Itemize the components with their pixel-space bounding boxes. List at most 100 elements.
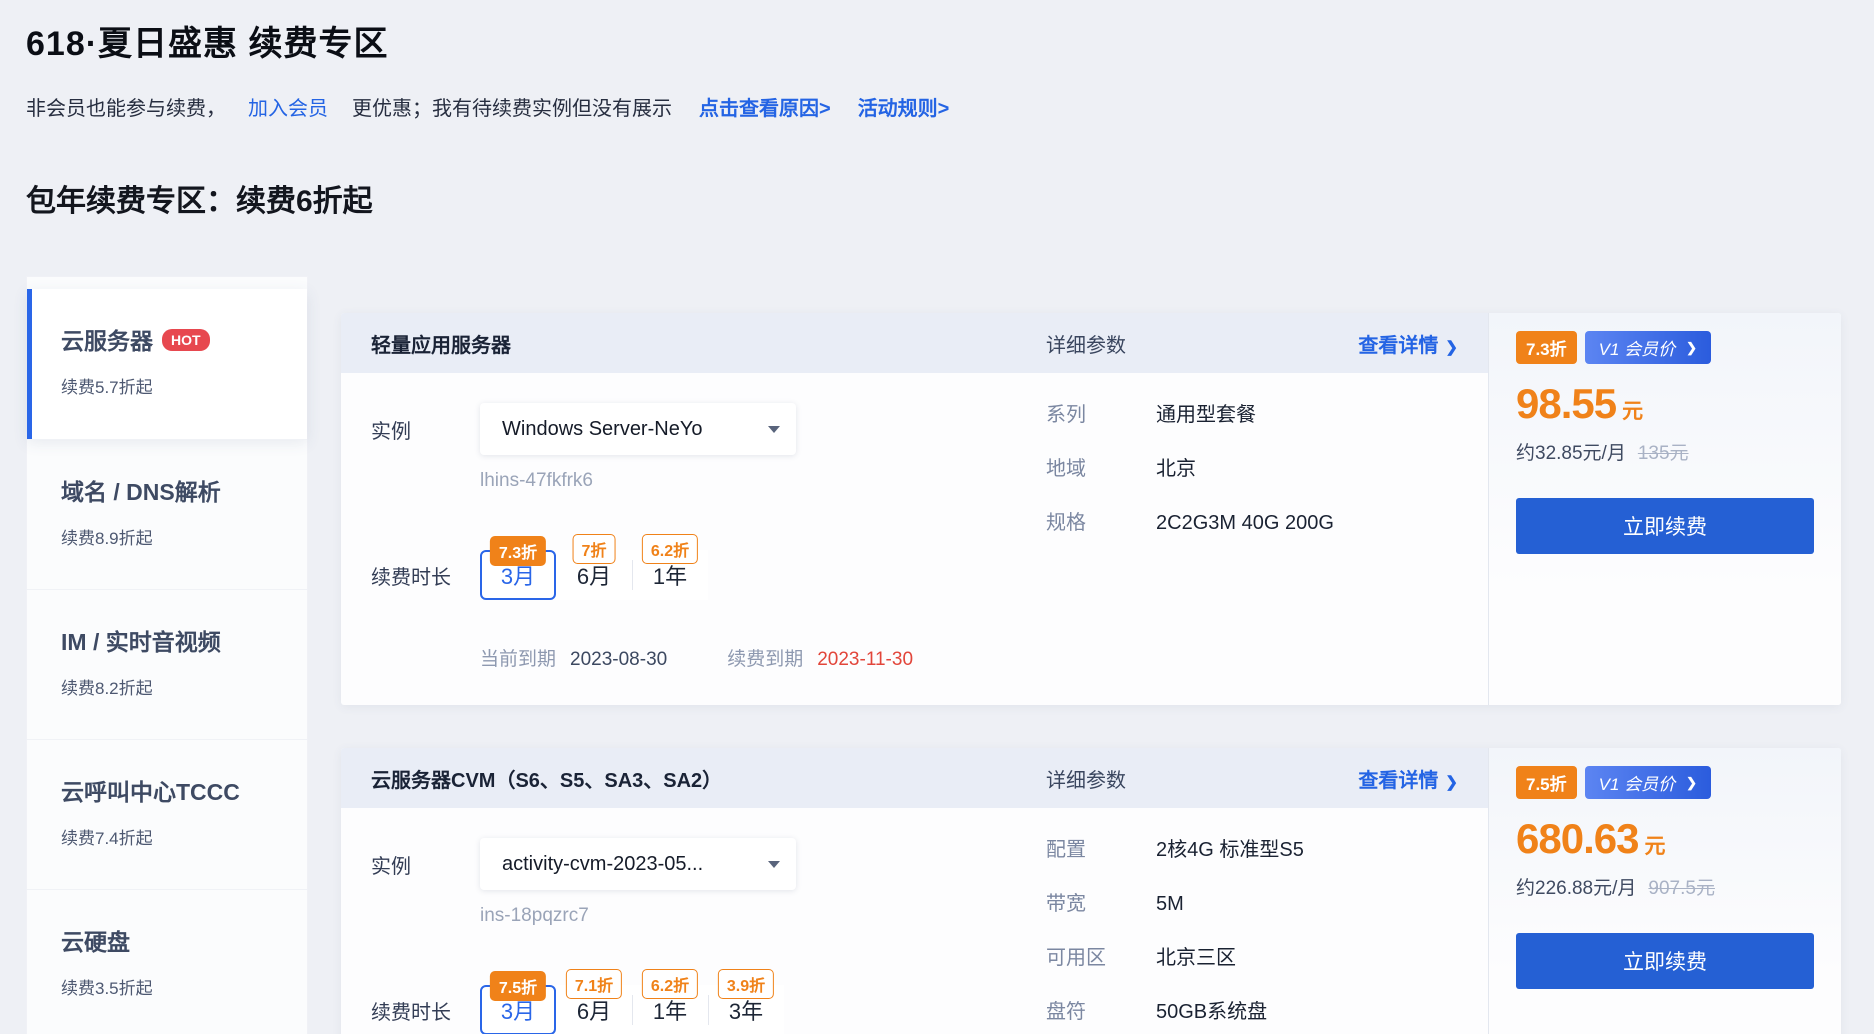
duration-discount-badge: 7.3折 (490, 536, 546, 566)
activity-rules-link[interactable]: 活动规则> (858, 98, 950, 120)
sidebar-item-discount: 续费8.2折起 (61, 674, 307, 699)
instance-id: lhins-47fkfrk6 (480, 470, 1488, 492)
spec-list: 系列 通用型套餐 地域 北京 规格 2C2G3M 40G 200G (1046, 403, 1334, 565)
spec-label: 可用区 (1046, 946, 1156, 970)
product-card: 轻量应用服务器 详细参数 查看详情❯ 实例 Windows Server-NeY… (341, 313, 1841, 705)
card-main: 轻量应用服务器 详细参数 查看详情❯ 实例 Windows Server-NeY… (341, 313, 1488, 705)
spec-value: 50GB系统盘 (1156, 1000, 1267, 1024)
duration-label: 续费时长 (371, 996, 480, 1025)
view-detail-link[interactable]: 查看详情 ❯ (1358, 764, 1458, 793)
view-reason-link[interactable]: 点击查看原因> (699, 98, 831, 120)
spec-row: 配置 2核4G 标准型S5 (1046, 838, 1304, 862)
member-price-badge[interactable]: V1 会员价❯ (1585, 766, 1711, 799)
sidebar-item[interactable]: IM / 实时音视频 续费8.2折起 (27, 589, 307, 739)
spec-value: 2核4G 标准型S5 (1156, 838, 1304, 862)
sidebar-item-discount: 续费3.5折起 (61, 974, 307, 999)
spec-row: 地域 北京 (1046, 457, 1334, 481)
duration-option[interactable]: 7.1折 6月 (556, 985, 632, 1034)
duration-option[interactable]: 7.3折 3月 (480, 550, 556, 600)
sidebar-item-discount: 续费5.7折起 (61, 373, 307, 398)
page-title: 618·夏日盛惠 续费专区 (26, 16, 1874, 65)
view-detail-label: 查看详情 (1358, 335, 1438, 357)
instance-select-value: Windows Server-NeYo (502, 418, 702, 441)
price-badge-row: 7.5折 V1 会员价❯ (1516, 766, 1814, 799)
price-currency: 元 (1622, 400, 1643, 423)
spec-label: 盘符 (1046, 1000, 1156, 1024)
subtitle-text-1: 非会员也能参与续费， (26, 98, 226, 120)
instance-select[interactable]: Windows Server-NeYo (480, 403, 796, 455)
member-price-badge[interactable]: V1 会员价❯ (1585, 331, 1711, 364)
spec-row: 规格 2C2G3M 40G 200G (1046, 511, 1334, 535)
product-card-list: 轻量应用服务器 详细参数 查看详情❯ 实例 Windows Server-NeY… (341, 276, 1841, 1034)
spec-label: 系列 (1046, 403, 1156, 427)
price-amount: 680.63 (1516, 815, 1638, 862)
chevron-right-icon: ❯ (1686, 340, 1697, 356)
price-line: 98.55元 (1516, 380, 1814, 428)
monthly-line: 约226.88元/月907.5元 (1516, 873, 1814, 900)
spec-value: 通用型套餐 (1156, 403, 1256, 427)
duration-option[interactable]: 6.2折 1年 (632, 550, 708, 600)
price-panel: 7.5折 V1 会员价❯ 680.63元 约226.88元/月907.5元 立即… (1488, 748, 1841, 1034)
instance-select-value: activity-cvm-2023-05... (502, 853, 703, 876)
duration-discount-badge: 6.2折 (642, 969, 698, 999)
card-header: 轻量应用服务器 详细参数 查看详情❯ (341, 313, 1488, 373)
spec-row: 可用区 北京三区 (1046, 946, 1304, 970)
duration-option[interactable]: 7折 6月 (556, 550, 632, 600)
join-member-link[interactable]: 加入会员 (248, 98, 328, 120)
sidebar-item-title: 域名 / DNS解析 (61, 479, 221, 505)
original-price: 135元 (1638, 443, 1689, 464)
card-header: 云服务器CVM（S6、S5、SA3、SA2） 详细参数 查看详情❯ (341, 748, 1488, 808)
spec-value: 北京 (1156, 457, 1196, 481)
category-sidebar: 云服务器HOT 续费5.7折起 域名 / DNS解析 续费8.9折起 IM / … (26, 276, 308, 1034)
renew-now-button[interactable]: 立即续费 (1516, 498, 1814, 554)
original-price: 907.5元 (1648, 878, 1715, 899)
spec-value: 北京三区 (1156, 946, 1236, 970)
duration-option[interactable]: 6.2折 1年 (632, 985, 708, 1034)
duration-row: 续费时长 7.5折 3月 7.1折 6月 6.2折 1年 3.9折 3年 (371, 985, 1488, 1034)
params-label: 详细参数 (1046, 764, 1126, 793)
sidebar-item-title: IM / 实时音视频 (61, 629, 221, 655)
chevron-right-icon: ❯ (1445, 774, 1458, 791)
sidebar-item-discount: 续费8.9折起 (61, 524, 307, 549)
duration-discount-badge: 3.9折 (718, 969, 774, 999)
content-area: 云服务器HOT 续费5.7折起 域名 / DNS解析 续费8.9折起 IM / … (26, 276, 1874, 1034)
sidebar-item-title-row: IM / 实时音视频 (61, 623, 307, 657)
sidebar-item-title-row: 云呼叫中心TCCC (61, 773, 307, 807)
sidebar-item-title: 云呼叫中心TCCC (61, 779, 240, 805)
subtitle-row: 非会员也能参与续费， 加入会员 更优惠；我有待续费实例但没有展示 点击查看原因> 活动规… (26, 92, 1874, 121)
duration-label: 续费时长 (371, 561, 480, 590)
renew-expiry-date: 2023-11-30 (817, 649, 913, 670)
spec-label: 地域 (1046, 457, 1156, 481)
chevron-right-icon: ❯ (1445, 339, 1458, 356)
duration-discount-badge: 7.5折 (490, 971, 546, 1001)
spec-row: 带宽 5M (1046, 892, 1304, 916)
view-detail-link[interactable]: 查看详情 ❯ (1358, 329, 1458, 358)
renew-expiry-label: 续费到期 (727, 649, 803, 670)
spec-row: 系列 通用型套餐 (1046, 403, 1334, 427)
renew-now-button[interactable]: 立即续费 (1516, 933, 1814, 989)
duration-option[interactable]: 3.9折 3年 (708, 985, 784, 1034)
duration-discount-badge: 6.2折 (642, 534, 698, 564)
price-panel: 7.3折 V1 会员价❯ 98.55元 约32.85元/月135元 立即续费 (1488, 313, 1841, 705)
sidebar-item[interactable]: 云硬盘 续费3.5折起 (27, 889, 307, 1034)
duration-option[interactable]: 7.5折 3月 (480, 985, 556, 1034)
card-main: 云服务器CVM（S6、S5、SA3、SA2） 详细参数 查看详情❯ 实例 act… (341, 748, 1488, 1034)
sidebar-item[interactable]: 云呼叫中心TCCC 续费7.4折起 (27, 739, 307, 889)
sidebar-item-title: 云硬盘 (61, 929, 130, 955)
duration-options: 7.5折 3月 7.1折 6月 6.2折 1年 3.9折 3年 (480, 985, 784, 1034)
sidebar-item[interactable]: 域名 / DNS解析 续费8.9折起 (27, 439, 307, 589)
sidebar-item-discount: 续费7.4折起 (61, 824, 307, 849)
subtitle-text-2: 更优惠；我有待续费实例但没有展示 (352, 98, 672, 120)
price-badge-row: 7.3折 V1 会员价❯ (1516, 331, 1814, 364)
current-expiry-label: 当前到期 (480, 649, 556, 670)
sidebar-item-title-row: 云服务器HOT (61, 322, 307, 356)
chevron-right-icon: ❯ (1686, 775, 1697, 791)
instance-select[interactable]: activity-cvm-2023-05... (480, 838, 796, 890)
sidebar-item-title-row: 域名 / DNS解析 (61, 473, 307, 507)
view-detail-label: 查看详情 (1358, 770, 1438, 792)
params-label: 详细参数 (1046, 329, 1126, 358)
monthly-line: 约32.85元/月135元 (1516, 438, 1814, 465)
product-card: 云服务器CVM（S6、S5、SA3、SA2） 详细参数 查看详情❯ 实例 act… (341, 748, 1841, 1034)
sidebar-item[interactable]: 云服务器HOT 续费5.7折起 (27, 289, 307, 439)
expiry-row: 当前到期2023-08-30续费到期2023-11-30 (480, 644, 1488, 671)
